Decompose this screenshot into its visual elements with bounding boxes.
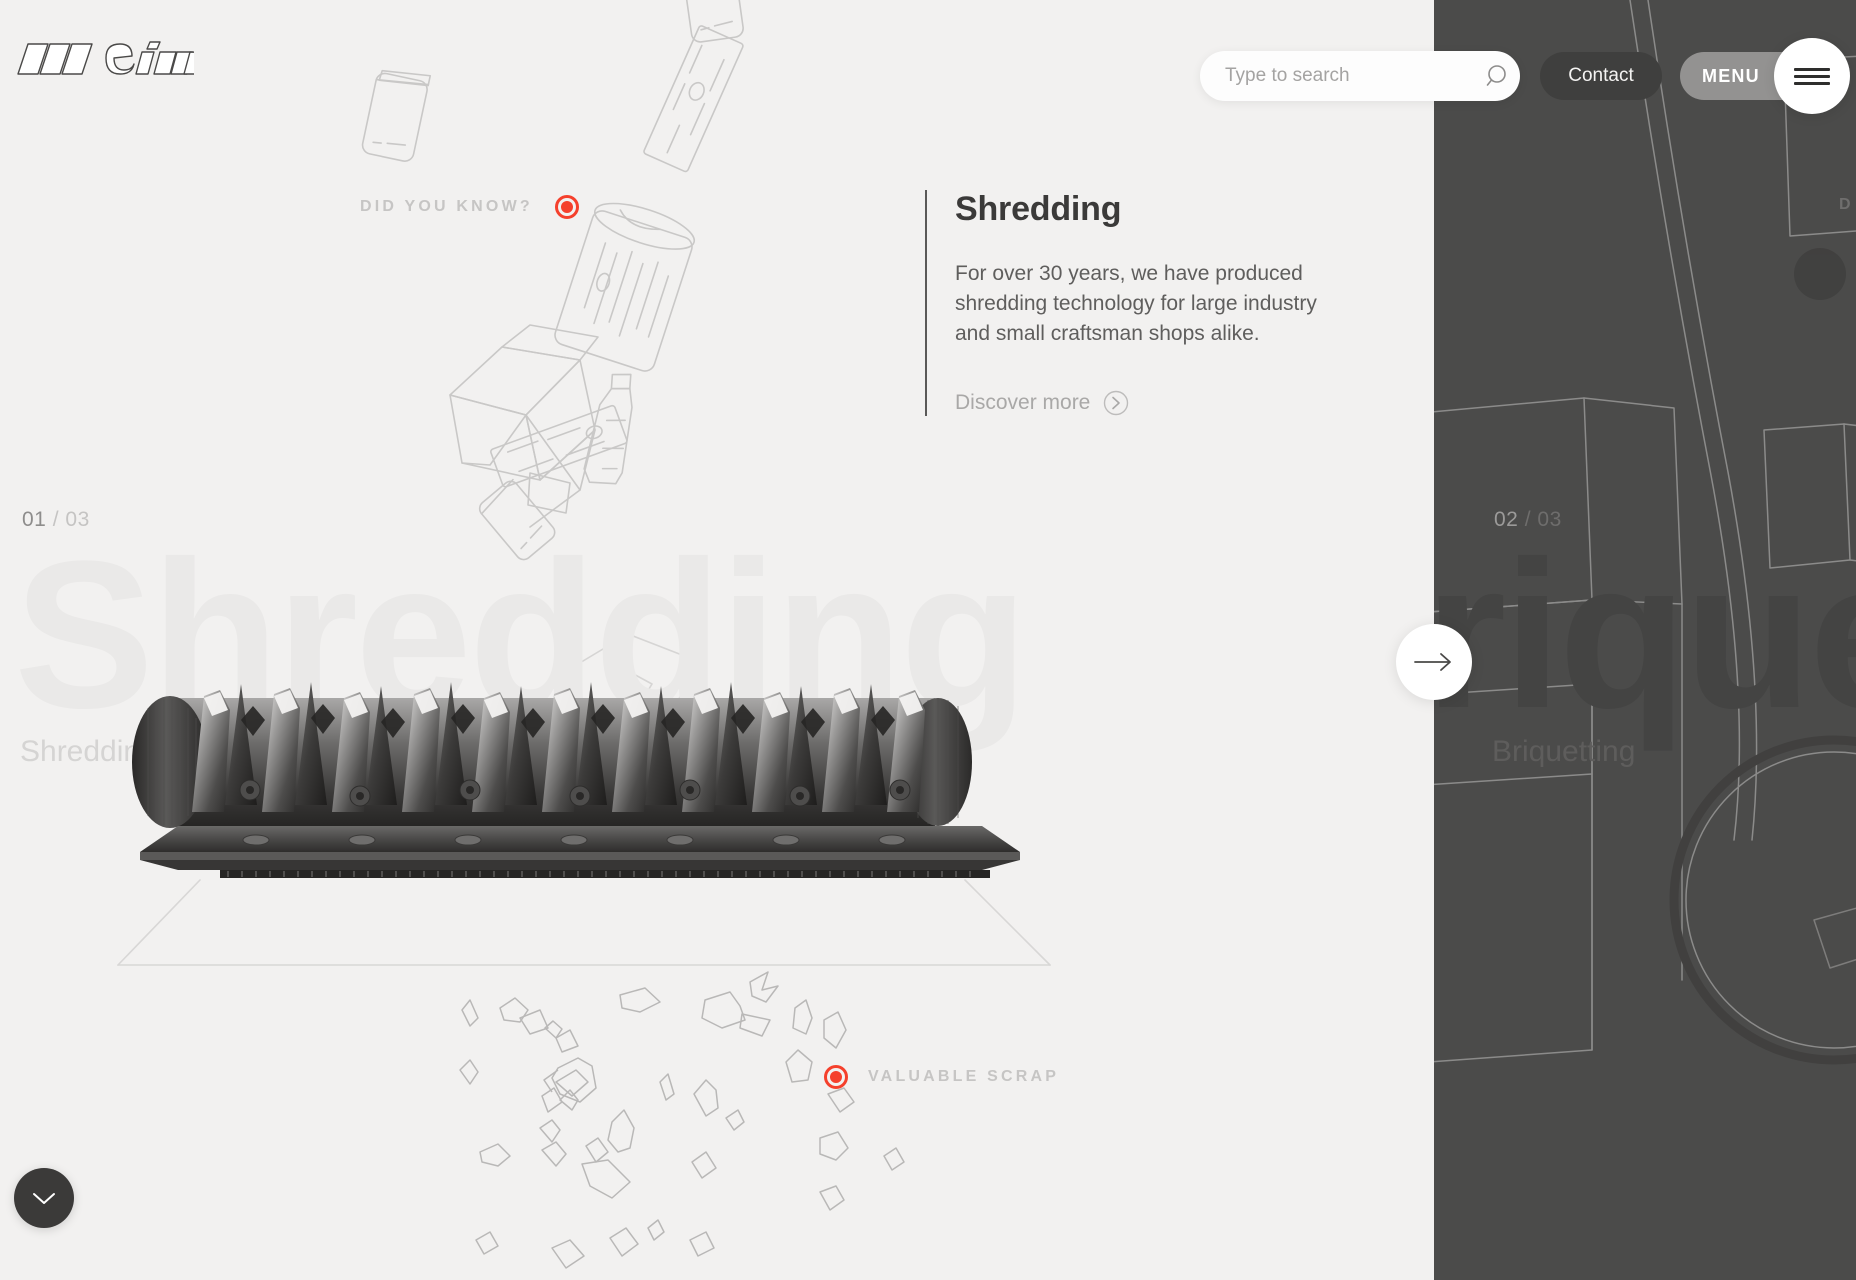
site-header: Contact MENU [0, 0, 1856, 130]
cardboard-box-icon [449, 324, 599, 528]
slide-text-panel: Shredding For over 30 years, we have pro… [925, 190, 1355, 417]
slide-shredding: Shredding 01 / 03 Shredding DID YOU KNOW… [0, 0, 1434, 1280]
slide-index-next: 02 / 03 [1494, 508, 1562, 532]
shredder-rotor-svg [132, 682, 1020, 878]
weima-logo[interactable] [14, 38, 205, 78]
chevron-down-icon [33, 1193, 55, 1204]
scroll-down-button[interactable] [14, 1168, 74, 1228]
valuable-scrap-label: VALUABLE SCRAP [868, 1068, 1060, 1085]
plastic-bottle-icon [583, 373, 633, 485]
contact-button[interactable]: Contact [1540, 52, 1662, 100]
discover-more-label: Discover more [955, 391, 1091, 415]
did-you-know-label-next: D [1839, 196, 1854, 213]
slide-title: Shredding [955, 190, 1122, 228]
slide-index-total: 03 [65, 508, 90, 531]
slide-index-current: 02 [1494, 508, 1519, 531]
slide-index-separator: / [52, 508, 60, 531]
slide-ghost-word-dark: Briquetting [1434, 517, 1856, 752]
slide-index: 01 / 03 [22, 508, 90, 532]
weima-logo-icon [17, 41, 205, 75]
hamburger-button[interactable] [1774, 38, 1850, 114]
circle-arrow-right-icon [1104, 391, 1129, 416]
slide-index-total: 03 [1537, 508, 1562, 531]
search-box[interactable] [1200, 51, 1520, 101]
shredder-machine-image [110, 680, 1070, 880]
slide-index-current: 01 [22, 508, 47, 531]
hamburger-icon [1794, 64, 1830, 89]
log-icon [554, 202, 696, 372]
slide-index-separator: / [1524, 508, 1532, 531]
slide-description: For over 30 years, we have produced shre… [955, 262, 1317, 345]
valuable-scrap-hotspot[interactable]: VALUABLE SCRAP [824, 1065, 1059, 1089]
discover-more-link[interactable]: Discover more [955, 390, 1355, 416]
menu-button-label: MENU [1702, 65, 1760, 86]
plank-icon [490, 404, 628, 488]
hero-slider-stage: Shredding 01 / 03 Shredding DID YOU KNOW… [0, 0, 1856, 1280]
slide-briquetting[interactable]: Briquetting 02 / 03 Briquetting D [1434, 0, 1856, 1280]
search-icon[interactable] [1474, 63, 1520, 89]
search-input[interactable] [1200, 65, 1474, 87]
slide-name-next: Briquetting [1492, 735, 1636, 768]
did-you-know-hotspot[interactable]: DID YOU KNOW? [360, 195, 579, 219]
contact-button-label: Contact [1568, 65, 1634, 86]
scrap-fragments [459, 971, 905, 1269]
did-you-know-label: DID YOU KNOW? [360, 198, 533, 215]
arrow-right-icon [1414, 653, 1451, 671]
hotspot-marker-icon[interactable] [824, 1065, 848, 1089]
next-slide-button[interactable] [1396, 624, 1472, 700]
magnifier-icon [1486, 65, 1506, 86]
hotspot-marker-icon[interactable] [554, 195, 579, 219]
